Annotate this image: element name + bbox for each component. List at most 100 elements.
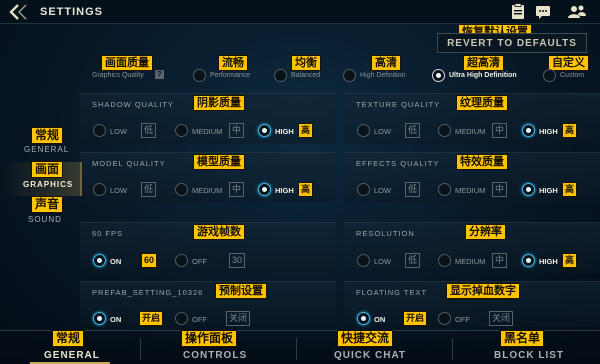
- bottom-nav-general-cn-tag: 常规: [52, 330, 85, 347]
- effects-low-label: LOW: [374, 186, 392, 195]
- texture-medium-label: MEDIUM: [455, 127, 486, 136]
- friends-button[interactable]: [566, 2, 586, 22]
- preset-custom-radio[interactable]: [543, 69, 556, 82]
- side-nav-sound[interactable]: SOUND: [28, 215, 62, 224]
- prefab-off-cn-tag: 关闭: [226, 311, 251, 326]
- chat-button[interactable]: [533, 2, 553, 22]
- effects-medium-radio[interactable]: [438, 183, 451, 196]
- floating-text-on-radio[interactable]: [357, 312, 370, 325]
- effects-low-radio[interactable]: [357, 183, 370, 196]
- graphics-quality-cn-tag: 画面质量: [101, 55, 153, 71]
- bottom-nav-quick-chat-cn-tag: 快捷交流: [337, 330, 394, 347]
- tab-quick-chat[interactable]: QUICK CHAT: [334, 350, 406, 361]
- texture-quality-label: TEXTURE QUALITY: [356, 100, 441, 109]
- preset-performance-radio[interactable]: [193, 69, 206, 82]
- shadow-low-label: LOW: [110, 127, 128, 136]
- texture-low-radio[interactable]: [357, 124, 370, 137]
- preset-performance-label: Performance: [210, 72, 251, 79]
- side-nav-general-cn-tag: 常规: [31, 127, 64, 144]
- resolution-medium-radio[interactable]: [438, 254, 451, 267]
- floating-text-off-label: OFF: [455, 315, 470, 324]
- texture-high-label: HIGH: [539, 127, 558, 136]
- preset-high-definition-cn-tag: 高清: [371, 55, 401, 71]
- texture-high-radio[interactable]: [522, 124, 535, 137]
- fps-off-radio[interactable]: [175, 254, 188, 267]
- floating-text-cn-tag: 显示掉血数字: [446, 283, 520, 299]
- model-quality-label: MODEL QUALITY: [92, 159, 166, 168]
- tab-controls[interactable]: CONTROLS: [183, 350, 247, 361]
- model-medium-label: MEDIUM: [192, 186, 223, 195]
- shadow-low-cn-tag: 低: [141, 123, 157, 138]
- model-high-radio[interactable]: [258, 183, 271, 196]
- texture-low-label: LOW: [374, 127, 392, 136]
- floating-text-off-radio[interactable]: [438, 312, 451, 325]
- resolution-low-cn-tag: 低: [405, 253, 421, 268]
- back-arrow-icon: [9, 4, 27, 20]
- shadow-medium-radio[interactable]: [175, 124, 188, 137]
- resolution-high-radio[interactable]: [522, 254, 535, 267]
- bottom-nav-block-list-cn-tag: 黑名单: [500, 330, 545, 347]
- friends-icon: [568, 5, 586, 18]
- resolution-low-label: LOW: [374, 257, 392, 266]
- side-nav-general[interactable]: GENERAL: [24, 145, 69, 154]
- resolution-label: RESOLUTION: [356, 229, 415, 238]
- prefab-on-radio[interactable]: [93, 312, 106, 325]
- model-high-label: HIGH: [275, 186, 294, 195]
- resolution-low-radio[interactable]: [357, 254, 370, 267]
- tab-general[interactable]: GENERAL: [44, 350, 100, 361]
- bottom-nav-divider: [140, 338, 141, 360]
- preset-ultra-hd-cn-tag: 超高清: [463, 55, 504, 71]
- floating-text-on-label: ON: [374, 315, 386, 324]
- floating-text-off-cn-tag: 关闭: [489, 311, 514, 326]
- clipboard-button[interactable]: [508, 2, 528, 22]
- effects-high-label: HIGH: [539, 186, 558, 195]
- fps-on-radio[interactable]: [93, 254, 106, 267]
- effects-high-radio[interactable]: [522, 183, 535, 196]
- revert-to-defaults-button[interactable]: REVERT TO DEFAULTS: [437, 33, 587, 53]
- shadow-high-radio[interactable]: [258, 124, 271, 137]
- fps-off-value: 30: [229, 253, 246, 268]
- model-low-radio[interactable]: [93, 183, 106, 196]
- prefab-on-label: ON: [110, 315, 122, 324]
- fps-on-label: ON: [110, 257, 122, 266]
- effects-medium-label: MEDIUM: [455, 186, 486, 195]
- shadow-low-radio[interactable]: [93, 124, 106, 137]
- effects-quality-label: EFFECTS QUALITY: [356, 159, 440, 168]
- texture-quality-cn-tag: 纹理质量: [456, 95, 508, 111]
- side-nav-graphics-cn-tag: 画面: [31, 161, 64, 178]
- preset-ultra-hd-radio[interactable]: [432, 69, 445, 82]
- model-low-cn-tag: 低: [141, 182, 157, 197]
- shadow-medium-cn-tag: 中: [229, 123, 245, 138]
- effects-high-cn-tag: 高: [562, 182, 578, 197]
- resolution-high-label: HIGH: [539, 257, 558, 266]
- texture-low-cn-tag: 低: [405, 123, 421, 138]
- resolution-cn-tag: 分辨率: [465, 224, 506, 240]
- side-nav-graphics[interactable]: GRAPHICS: [23, 180, 73, 189]
- shadow-quality-label: SHADOW QUALITY: [92, 100, 174, 109]
- model-medium-radio[interactable]: [175, 183, 188, 196]
- preset-custom-cn-tag: 自定义: [548, 55, 589, 71]
- side-nav-sound-cn-tag: 声音: [31, 196, 64, 213]
- preset-performance-cn-tag: 流畅: [218, 55, 248, 71]
- floating-text-label: FLOATING TEXT: [356, 288, 428, 297]
- prefab-off-label: OFF: [192, 315, 207, 324]
- model-medium-cn-tag: 中: [229, 182, 245, 197]
- fps-off-label: OFF: [192, 257, 207, 266]
- texture-high-cn-tag: 高: [562, 123, 578, 138]
- shadow-medium-label: MEDIUM: [192, 127, 223, 136]
- model-quality-cn-tag: 模型质量: [193, 154, 245, 170]
- page-title: SETTINGS: [40, 6, 104, 18]
- preset-balanced-radio[interactable]: [274, 69, 287, 82]
- shadow-high-label: HIGH: [275, 127, 294, 136]
- prefab-off-radio[interactable]: [175, 312, 188, 325]
- preset-high-definition-radio[interactable]: [343, 69, 356, 82]
- graphics-quality-label: Graphics Quality: [92, 72, 144, 79]
- back-button[interactable]: [6, 3, 32, 21]
- clipboard-icon: [512, 3, 524, 19]
- texture-medium-radio[interactable]: [438, 124, 451, 137]
- bottom-nav-controls-cn-tag: 操作面板: [181, 330, 238, 347]
- effects-low-cn-tag: 低: [405, 182, 421, 197]
- effects-medium-cn-tag: 中: [492, 182, 508, 197]
- tab-block-list[interactable]: BLOCK LIST: [494, 350, 564, 361]
- help-icon[interactable]: ?: [155, 70, 164, 79]
